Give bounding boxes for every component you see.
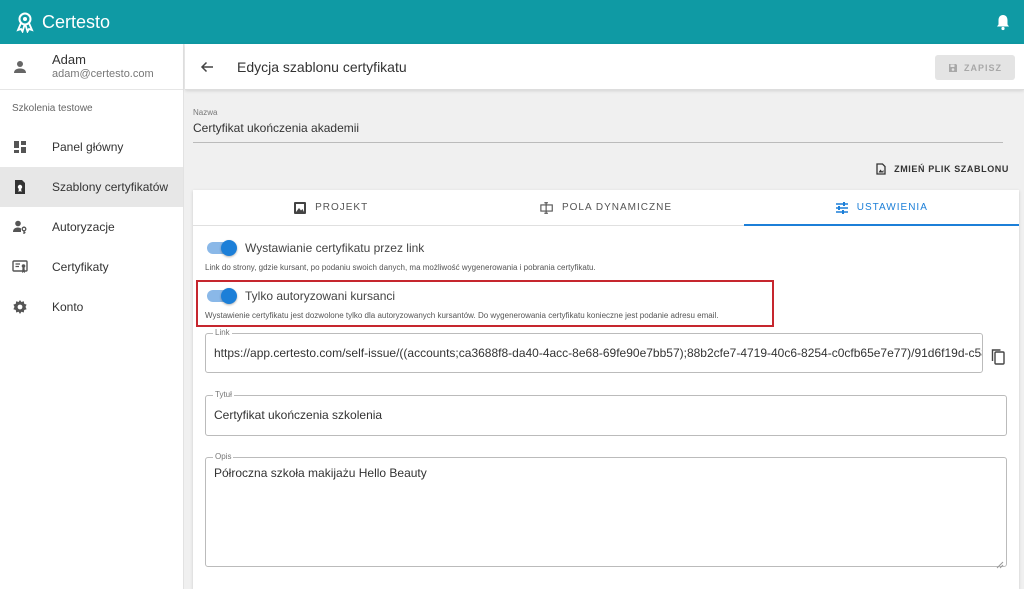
notifications-bell-icon[interactable] — [994, 13, 1012, 31]
page-header: Edycja szablonu certyfikatu ZAPISZ — [185, 44, 1024, 90]
sidebar-item-label: Konto — [52, 300, 84, 314]
user-email: adam@certesto.com — [52, 67, 154, 80]
tab-label: PROJEKT — [315, 202, 369, 213]
image-box-icon — [293, 201, 307, 215]
app-bar: Certesto — [0, 0, 1024, 44]
copy-icon[interactable] — [990, 348, 1006, 366]
dashboard-icon — [12, 139, 28, 155]
tab-settings[interactable]: USTAWIENIA — [743, 190, 1020, 226]
title-field-label: Tytuł — [213, 390, 234, 399]
save-button[interactable]: ZAPISZ — [935, 55, 1015, 80]
app-name: Certesto — [42, 11, 111, 32]
link-issuance-label: Wystawianie certyfikatu przez link — [245, 241, 425, 255]
name-field-label: Nazwa — [193, 108, 218, 117]
main-content: Nazwa Certyfikat ukończenia akademii ZMI… — [185, 90, 1024, 589]
description-field[interactable]: Opis Półroczna szkoła makijażu Hello Bea… — [205, 452, 1007, 569]
tune-sliders-icon — [835, 201, 849, 215]
sidebar-item-label: Szablony certyfikatów — [52, 180, 169, 194]
link-field-label: Link — [213, 328, 232, 337]
award-logo-icon — [14, 11, 36, 33]
change-template-file-button[interactable]: ZMIEŃ PLIK SZABLONU — [876, 163, 1009, 175]
tab-label: USTAWIENIA — [856, 202, 928, 213]
tab-label: POLA DYNAMICZNE — [561, 202, 672, 213]
sidebar: Adam adam@certesto.com Szkolenia testowe… — [0, 44, 184, 589]
tab-bar: PROJEKT POLA DYNAMICZNE USTAWIENIA — [193, 190, 1020, 226]
authorized-only-toggle-row: Tylko autoryzowani kursanci — [207, 288, 396, 304]
file-image-icon — [876, 163, 886, 175]
section-label: Szkolenia testowe — [12, 103, 93, 114]
sidebar-item-certificates[interactable]: Certyfikaty — [0, 247, 183, 287]
link-field[interactable]: Link https://app.certesto.com/self-issue… — [205, 328, 983, 373]
link-field-value[interactable]: https://app.certesto.com/self-issue/((ac… — [206, 334, 982, 360]
sidebar-item-account[interactable]: Konto — [0, 287, 183, 327]
tab-project[interactable]: PROJEKT — [193, 190, 468, 225]
title-field[interactable]: Tytuł Certyfikat ukończenia szkolenia — [205, 390, 1007, 436]
sidebar-item-dashboard[interactable]: Panel główny — [0, 127, 183, 167]
person-key-icon — [12, 219, 28, 235]
user-name: Adam — [52, 51, 86, 67]
brand[interactable]: Certesto — [14, 11, 110, 33]
resize-handle-icon[interactable] — [996, 556, 1004, 569]
description-field-value[interactable]: Półroczna szkoła makijażu Hello Beauty — [206, 458, 1006, 480]
file-certificate-icon — [12, 179, 28, 195]
card-certificate-icon — [12, 259, 28, 275]
sidebar-item-authorizations[interactable]: Autoryzacje — [0, 207, 183, 247]
sidebar-item-label: Panel główny — [52, 140, 124, 154]
name-field-value[interactable]: Certyfikat ukończenia akademii — [193, 121, 1003, 135]
form-textbox-icon — [540, 201, 554, 215]
sidebar-item-label: Autoryzacje — [52, 220, 115, 234]
floppy-disk-icon — [948, 63, 958, 73]
tab-dynamic-fields[interactable]: POLA DYNAMICZNE — [468, 190, 743, 225]
title-field-value[interactable]: Certyfikat ukończenia szkolenia — [206, 396, 1006, 422]
sidebar-item-certificate-templates[interactable]: Szablony certyfikatów — [0, 167, 183, 207]
change-template-file-label: ZMIEŃ PLIK SZABLONU — [894, 164, 1009, 174]
sidebar-item-label: Certyfikaty — [52, 260, 109, 274]
user-profile[interactable]: Adam adam@certesto.com — [0, 44, 183, 90]
link-issuance-toggle-row: Wystawianie certyfikatu przez link — [207, 240, 425, 256]
save-button-label: ZAPISZ — [963, 62, 1002, 73]
name-field[interactable]: Nazwa Certyfikat ukończenia akademii — [193, 108, 1003, 143]
authorized-only-label: Tylko autoryzowani kursanci — [245, 289, 396, 303]
settings-card: PROJEKT POLA DYNAMICZNE USTAWIENIA Wysta… — [193, 190, 1020, 589]
gear-icon — [12, 299, 28, 315]
page-title: Edycja szablonu certyfikatu — [237, 58, 407, 75]
description-field-label: Opis — [213, 452, 234, 461]
authorized-only-toggle[interactable] — [207, 288, 237, 304]
person-icon — [12, 59, 28, 75]
link-issuance-toggle[interactable] — [207, 240, 237, 256]
back-arrow-icon[interactable] — [197, 57, 217, 77]
link-issuance-help: Link do strony, gdzie kursant, po podani… — [205, 263, 596, 272]
authorized-only-help: Wystawienie certyfikatu jest dozwolone t… — [205, 311, 719, 320]
